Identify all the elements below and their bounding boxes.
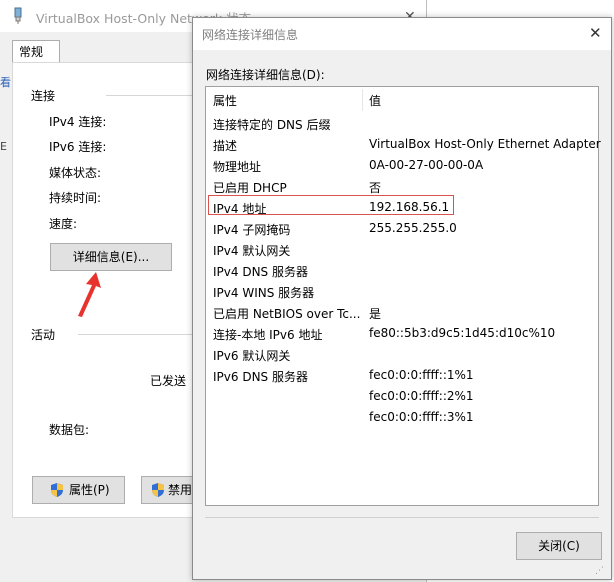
close-button[interactable]: 关闭(C) (516, 532, 602, 560)
group-divider (78, 334, 194, 335)
column-separator[interactable] (362, 89, 363, 111)
list-item-property[interactable]: 已启用 DHCP (213, 179, 287, 196)
list-item-property[interactable]: IPv4 WINS 服务器 (213, 284, 314, 301)
details-button[interactable]: 详细信息(E)... (50, 243, 172, 271)
edge-text-fragment: 看 (0, 76, 11, 89)
list-item-property[interactable]: IPv4 子网掩码 (213, 221, 290, 238)
list-item-property[interactable]: 已启用 NetBIOS over Tc... (213, 305, 360, 322)
list-item-property[interactable]: IPv6 DNS 服务器 (213, 368, 308, 385)
list-item-property[interactable]: IPv4 地址 (213, 200, 266, 217)
list-item-value[interactable]: fec0:0:0:ffff::1%1 (369, 368, 474, 382)
network-adapter-icon (14, 7, 22, 24)
list-item-property[interactable]: IPv6 默认网关 (213, 347, 290, 364)
list-item-property[interactable]: IPv4 默认网关 (213, 242, 290, 259)
connection-group-label: 连接 (31, 89, 56, 103)
tab-general[interactable]: 常规 (12, 40, 60, 63)
list-item-value[interactable]: fe80::5b3:d9c5:1d45:d10c%10 (369, 326, 555, 340)
speed-label: 速度: (49, 217, 78, 231)
red-arrow-icon (78, 272, 101, 317)
list-item-value[interactable]: 否 (369, 179, 381, 196)
ipv6-connection-label: IPv6 连接: (49, 140, 107, 154)
details-list[interactable]: 属性 值 连接特定的 DNS 后缀 描述 VirtualBox Host-Onl… (205, 86, 601, 506)
details-caption: 网络连接详细信息(D): (206, 68, 325, 82)
dialog-divider (205, 517, 599, 518)
sent-label: 已发送 (150, 374, 187, 388)
resize-grip-icon[interactable]: ⋰ (595, 566, 604, 576)
ipv4-connection-label: IPv4 连接: (49, 115, 107, 129)
list-item-value[interactable]: fec0:0:0:ffff::3%1 (369, 410, 474, 424)
uac-shield-icon (51, 483, 63, 497)
list-item-property[interactable]: 物理地址 (213, 158, 261, 175)
properties-button-label: 属性(P) (69, 483, 110, 497)
duration-label: 持续时间: (49, 191, 102, 205)
uac-shield-icon (152, 483, 164, 497)
packets-label: 数据包: (49, 423, 90, 437)
list-item-property[interactable]: 描述 (213, 137, 237, 154)
media-state-label: 媒体状态: (49, 166, 102, 180)
list-item-value[interactable]: VirtualBox Host-Only Ethernet Adapter (369, 137, 601, 151)
list-item-value[interactable]: 0A-00-27-00-00-0A (369, 158, 483, 172)
activity-group-label: 活动 (31, 328, 56, 342)
column-header-property[interactable]: 属性 (213, 92, 237, 109)
list-item-value[interactable]: 192.168.56.1 (369, 200, 449, 214)
properties-button[interactable]: 属性(P) (32, 476, 125, 504)
group-divider (106, 95, 194, 96)
column-header-value[interactable]: 值 (369, 92, 381, 109)
edge-text-fragment: E (0, 140, 7, 153)
list-item-value[interactable]: 是 (369, 305, 381, 322)
dialog-title: 网络连接详细信息 (202, 28, 299, 42)
close-icon[interactable]: ✕ (589, 24, 602, 42)
dialog-titlebar[interactable]: 网络连接详细信息 ✕ (193, 18, 611, 50)
disable-button-label: 禁用 (168, 483, 193, 497)
list-header: 属性 值 (206, 87, 598, 112)
list-item-value[interactable]: 255.255.255.0 (369, 221, 457, 235)
network-details-dialog: 网络连接详细信息 ✕ 网络连接详细信息(D): 属性 值 连接特定的 DNS 后… (192, 17, 612, 580)
list-item-property[interactable]: IPv4 DNS 服务器 (213, 263, 308, 280)
list-item-property[interactable]: 连接-本地 IPv6 地址 (213, 326, 322, 343)
list-item-property[interactable]: 连接特定的 DNS 后缀 (213, 116, 330, 133)
list-item-value[interactable]: fec0:0:0:ffff::2%1 (369, 389, 474, 403)
